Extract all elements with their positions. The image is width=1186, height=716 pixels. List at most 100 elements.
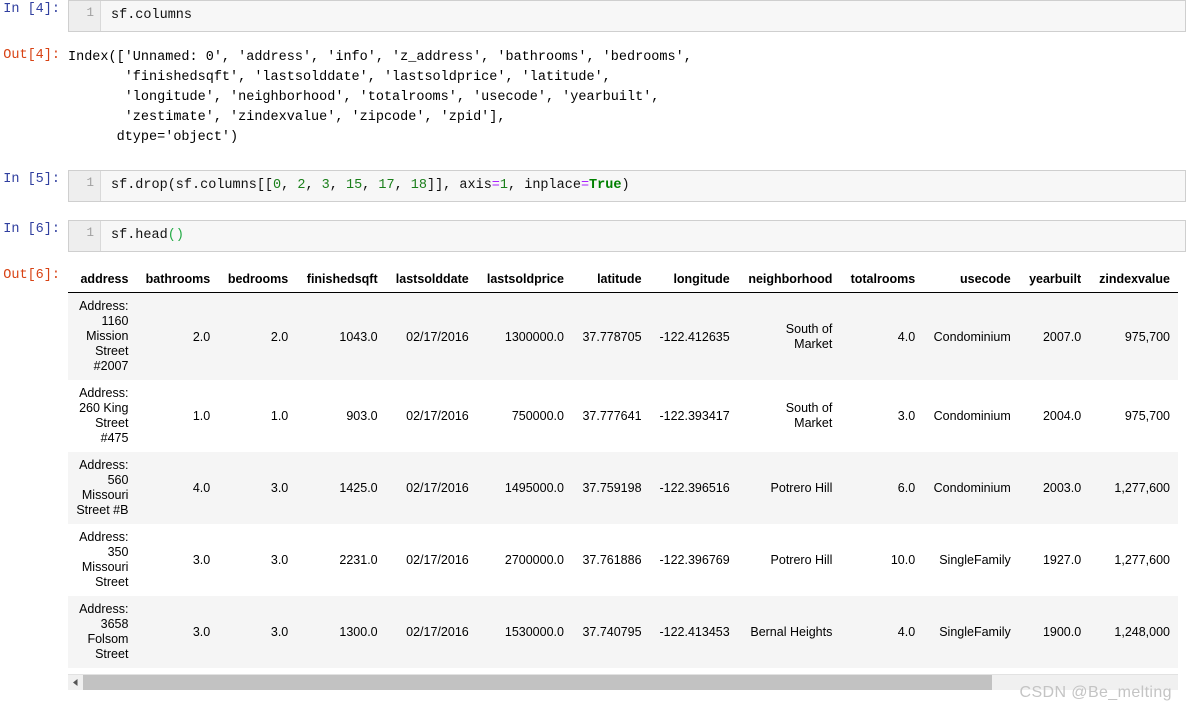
dataframe-row: Address: 1160 Mission Street #2007 2.0 2.0… xyxy=(68,292,1178,380)
prompt-label-in-6: In [6]: xyxy=(3,222,60,237)
code-token-7: 15 xyxy=(345,178,363,193)
dataframe-cell-longitude: -122.396769 xyxy=(659,553,730,567)
dataframe-cell-usecode: Condominium xyxy=(933,409,1011,423)
dataframe-column-header-bathrooms: bathrooms xyxy=(136,268,219,293)
code-text-6[interactable]: sf.head() xyxy=(101,221,1185,251)
code-token-18: ) xyxy=(621,178,630,193)
dataframe-body: Address: 1160 Mission Street #2007 2.0 2.0… xyxy=(68,292,1178,668)
dataframe-cell-lastsoldprice: 1495000.0 xyxy=(504,481,564,495)
notebook-cell-in-4[interactable]: In [4]: 1 sf.columns xyxy=(0,0,1186,32)
dataframe-column-header-usecode: usecode xyxy=(923,268,1019,293)
code-token-4: , xyxy=(305,178,322,193)
dataframe-cell-bathrooms: 2.0 xyxy=(192,329,211,344)
dataframe-column-header-zindexvalue: zindexvalue xyxy=(1089,268,1178,293)
code-token-16: = xyxy=(580,178,590,193)
code-token-15: , inplace xyxy=(508,178,581,193)
dataframe-cell-finishedsqft: 2231.0 xyxy=(339,553,378,567)
dataframe-column-header-neighborhood: neighborhood xyxy=(737,268,841,293)
dataframe-cell-yearbuilt: 1900.0 xyxy=(1042,625,1082,639)
dataframe-cell-bedrooms: 3.0 xyxy=(270,625,289,639)
line-number-gutter-5: 1 xyxy=(69,171,101,201)
dataframe-cell-zindexvalue: 1,277,600 xyxy=(1114,553,1170,567)
dataframe-column-header-longitude: longitude xyxy=(649,268,738,293)
dataframe-cell-lastsolddate: 02/17/2016 xyxy=(406,409,469,423)
dataframe-cell-latitude: 37.761886 xyxy=(582,553,642,567)
code-token-5: 3 xyxy=(321,178,330,193)
code-token-13: = xyxy=(491,178,500,193)
dataframe-cell-zindexvalue: 1,277,600 xyxy=(1114,481,1170,495)
dataframe-scroll-viewport[interactable]: address bathrooms bedrooms finishedsqft last… xyxy=(68,268,1178,668)
dataframe-row: Address: 350 Missouri Street 3.0 3.0 2231.0… xyxy=(68,524,1178,596)
dataframe-cell-bedrooms: 1.0 xyxy=(270,409,289,423)
dataframe-cell-finishedsqft: 1425.0 xyxy=(339,481,378,495)
dataframe-cell-bedrooms: 3.0 xyxy=(270,481,289,495)
dataframe-column-header-lastsoldprice: lastsoldprice xyxy=(476,268,572,293)
dataframe-cell-yearbuilt: 2007.0 xyxy=(1042,329,1082,344)
dataframe-cell-longitude: -122.412635 xyxy=(659,329,730,344)
code-input-area-5[interactable]: 1 sf.drop(sf.columns[[0, 2, 3, 15, 17, 1… xyxy=(68,170,1186,202)
code-token-2: , xyxy=(281,178,298,193)
dataframe-row: Address: 260 King Street #475 1.0 1.0 903.0… xyxy=(68,380,1178,452)
dataframe-cell-neighborhood: South of Market xyxy=(785,321,833,351)
code-token-parens: () xyxy=(167,228,184,243)
dataframe-cell-finishedsqft: 1043.0 xyxy=(339,329,378,344)
dataframe-cell-longitude: -122.413453 xyxy=(659,625,730,639)
dataframe-column-header-finishedsqft: finishedsqft xyxy=(296,268,386,293)
dataframe-cell-bathrooms: 1.0 xyxy=(192,409,211,423)
dataframe-cell-zindexvalue: 975,700 xyxy=(1124,329,1170,344)
code-token-17: True xyxy=(589,178,622,193)
dataframe-cell-usecode: Condominium xyxy=(933,329,1011,344)
dataframe-header-row: address bathrooms bedrooms finishedsqft last… xyxy=(68,268,1178,293)
dataframe-cell-address: Address: 260 King Street #475 xyxy=(79,386,129,445)
notebook-cell-in-6[interactable]: In [6]: 1 sf.head() xyxy=(0,220,1186,252)
code-token-12: ]], axis xyxy=(426,178,492,193)
code-text-4[interactable]: sf.columns xyxy=(101,1,1185,31)
dataframe-cell-neighborhood: Bernal Heights xyxy=(750,624,833,639)
code-input-area-4[interactable]: 1 sf.columns xyxy=(68,0,1186,32)
dataframe-header: address bathrooms bedrooms finishedsqft last… xyxy=(68,268,1178,293)
dataframe-cell-lastsoldprice: 1530000.0 xyxy=(504,625,564,639)
code-input-area-6[interactable]: 1 sf.head() xyxy=(68,220,1186,252)
horizontal-scrollbar[interactable] xyxy=(68,674,1178,690)
dataframe-cell-longitude: -122.396516 xyxy=(659,481,730,495)
dataframe-row: Address: 3658 Folsom Street 3.0 3.0 1300.0 0… xyxy=(68,596,1178,668)
dataframe-cell-bathrooms: 4.0 xyxy=(192,481,211,495)
prompt-label-out-4: Out[4]: xyxy=(3,48,60,63)
dataframe-cell-longitude: -122.393417 xyxy=(659,409,730,423)
dataframe-table: address bathrooms bedrooms finishedsqft last… xyxy=(68,268,1178,668)
dataframe-cell-neighborhood: Potrero Hill xyxy=(770,480,833,495)
scroll-left-arrow-icon[interactable] xyxy=(68,675,83,690)
scrollbar-thumb[interactable] xyxy=(83,675,992,690)
dataframe-cell-lastsoldprice: 750000.0 xyxy=(511,409,564,423)
dataframe-cell-totalrooms: 10.0 xyxy=(890,553,916,567)
dataframe-cell-neighborhood: Potrero Hill xyxy=(770,552,833,567)
notebook-output-6: Out[6]: address bathrooms bedrooms finished… xyxy=(0,266,1186,690)
code-token-11: 18 xyxy=(410,178,427,193)
dataframe-cell-zindexvalue: 975,700 xyxy=(1124,409,1170,423)
dataframe-cell-bathrooms: 3.0 xyxy=(192,553,211,567)
prompt-label-out-6: Out[6]: xyxy=(3,268,60,283)
scrollbar-track[interactable] xyxy=(83,675,1178,690)
dataframe-cell-totalrooms: 4.0 xyxy=(897,329,916,344)
dataframe-cell-bedrooms: 2.0 xyxy=(270,329,289,344)
dataframe-cell-lastsoldprice: 2700000.0 xyxy=(504,553,564,567)
notebook-output-4: Out[4]: Index(['Unnamed: 0', 'address', … xyxy=(0,46,1186,148)
dataframe-cell-lastsolddate: 02/17/2016 xyxy=(406,481,469,495)
dataframe-cell-address: Address: 3658 Folsom Street xyxy=(79,602,129,661)
line-number-gutter-4: 1 xyxy=(69,1,101,31)
notebook-cell-in-5[interactable]: In [5]: 1 sf.drop(sf.columns[[0, 2, 3, 1… xyxy=(0,170,1186,202)
dataframe-output: address bathrooms bedrooms finishedsqft last… xyxy=(68,266,1186,690)
code-text-5[interactable]: sf.drop(sf.columns[[0, 2, 3, 15, 17, 18]… xyxy=(101,171,1185,201)
dataframe-cell-bathrooms: 3.0 xyxy=(192,625,211,639)
notebook: In [4]: 1 sf.columns Out[4]: Index(['Unn… xyxy=(0,0,1186,690)
dataframe-column-header-bedrooms: bedrooms xyxy=(218,268,297,293)
dataframe-cell-lastsolddate: 02/17/2016 xyxy=(406,553,469,567)
dataframe-cell-finishedsqft: 903.0 xyxy=(346,409,378,423)
dataframe-cell-neighborhood: South of Market xyxy=(785,401,833,430)
dataframe-cell-lastsolddate: 02/17/2016 xyxy=(406,329,469,344)
dataframe-cell-lastsolddate: 02/17/2016 xyxy=(406,625,469,639)
dataframe-column-header-yearbuilt: yearbuilt xyxy=(1018,268,1090,293)
dataframe-cell-yearbuilt: 1927.0 xyxy=(1042,553,1082,567)
dataframe-cell-totalrooms: 6.0 xyxy=(897,481,916,495)
